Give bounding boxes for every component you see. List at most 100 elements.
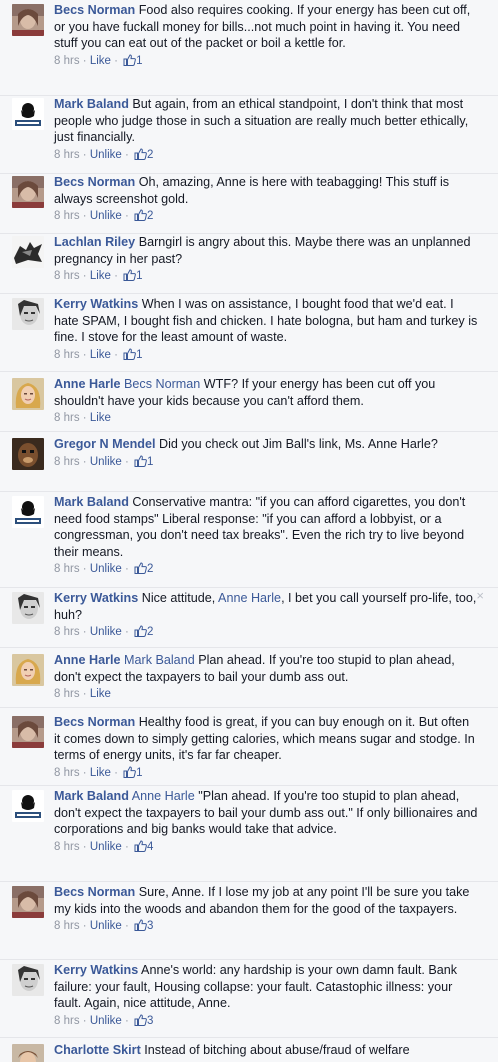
like-button[interactable]: Like xyxy=(90,688,111,700)
timestamp[interactable]: 8 hrs xyxy=(54,563,80,575)
timestamp[interactable]: 8 hrs xyxy=(54,270,80,282)
mention-link[interactable]: Anne Harle xyxy=(132,789,195,803)
comment-author-link[interactable]: Becs Norman xyxy=(54,3,135,17)
comment-text: Mark Baland But again, from an ethical s… xyxy=(54,96,478,146)
timestamp[interactable]: 8 hrs xyxy=(54,767,80,779)
timestamp[interactable]: 8 hrs xyxy=(54,456,80,468)
thumbs-up-icon[interactable] xyxy=(132,625,147,638)
like-count[interactable]: 1 xyxy=(136,55,142,67)
like-count[interactable]: 2 xyxy=(147,563,153,575)
thumbs-up-icon[interactable] xyxy=(121,269,137,282)
thumbs-up-icon[interactable] xyxy=(132,919,147,932)
comment-item: Kerry Watkins When I was on assistance, … xyxy=(0,294,498,372)
comment-body: Becs Norman Healthy food is great, if yo… xyxy=(54,714,478,785)
mention-link[interactable]: Anne Harle xyxy=(218,591,281,605)
comment-text: Becs Norman Oh, amazing, Anne is here wi… xyxy=(54,174,478,207)
avatar[interactable] xyxy=(12,654,44,686)
comment-author-link[interactable]: Becs Norman xyxy=(54,715,135,729)
comment-author-link[interactable]: Becs Norman xyxy=(54,175,135,189)
like-count[interactable]: 3 xyxy=(147,920,153,932)
thumbs-up-icon[interactable] xyxy=(132,147,147,161)
unlike-button[interactable]: Unlike xyxy=(90,563,122,575)
like-button[interactable]: Like xyxy=(90,412,111,424)
like-button[interactable]: Like xyxy=(90,55,111,67)
thumbs-up-icon[interactable] xyxy=(132,1013,147,1027)
thumbs-up-icon[interactable] xyxy=(132,454,147,468)
avatar[interactable] xyxy=(12,1044,44,1062)
like-count[interactable]: 1 xyxy=(136,767,142,779)
like-count[interactable]: 1 xyxy=(147,456,153,468)
thumbs-up-icon[interactable] xyxy=(121,765,137,779)
timestamp[interactable]: 8 hrs xyxy=(54,210,80,222)
comment-author-link[interactable]: Gregor N Mendel xyxy=(54,437,155,451)
comment-item: Lachlan Riley Barngirl is angry about th… xyxy=(0,234,498,294)
avatar[interactable] xyxy=(12,438,44,470)
avatar[interactable] xyxy=(12,964,44,996)
avatar[interactable] xyxy=(12,592,44,624)
like-button[interactable]: Like xyxy=(90,349,111,361)
unlike-button[interactable]: Unlike xyxy=(90,456,122,468)
timestamp[interactable]: 8 hrs xyxy=(54,349,80,361)
comment-meta: 8 hrs · Unlike · 3 xyxy=(54,919,154,932)
timestamp[interactable]: 8 hrs xyxy=(54,55,80,67)
comment-author-link[interactable]: Anne Harle xyxy=(54,377,121,391)
comment-item: Anne Harle Mark Baland Plan ahead. If yo… xyxy=(0,648,498,708)
comment-author-link[interactable]: Charlotte Skirt xyxy=(54,1043,141,1057)
comment-body: Mark Baland But again, from an ethical s… xyxy=(54,96,478,173)
comment-body: Charlotte Skirt Instead of bitching abou… xyxy=(54,1042,478,1062)
comment-author-link[interactable]: Becs Norman xyxy=(54,885,135,899)
timestamp[interactable]: 8 hrs xyxy=(54,841,80,853)
avatar[interactable] xyxy=(12,886,44,918)
thumbs-up-icon[interactable] xyxy=(132,562,147,575)
comment-item: Becs Norman Sure, Anne. If I lose my job… xyxy=(0,882,498,960)
like-count[interactable]: 4 xyxy=(147,841,153,853)
like-button[interactable]: Like xyxy=(90,767,111,779)
thumbs-up-icon[interactable] xyxy=(121,53,137,67)
unlike-button[interactable]: Unlike xyxy=(90,1015,122,1027)
avatar[interactable] xyxy=(12,716,44,748)
like-count[interactable]: 2 xyxy=(147,210,153,222)
comment-author-link[interactable]: Kerry Watkins xyxy=(54,591,138,605)
unlike-button[interactable]: Unlike xyxy=(90,626,122,638)
comment-author-link[interactable]: Mark Baland xyxy=(54,789,129,803)
mention-link[interactable]: Becs Norman xyxy=(124,377,200,391)
avatar[interactable] xyxy=(12,176,44,208)
thumbs-up-icon[interactable] xyxy=(132,209,147,222)
unlike-button[interactable]: Unlike xyxy=(90,841,122,853)
avatar[interactable] xyxy=(12,378,44,410)
like-button[interactable]: Like xyxy=(90,270,111,282)
thumbs-up-icon[interactable] xyxy=(121,347,137,361)
comment-text: Kerry Watkins Nice attitude, Anne Harle,… xyxy=(54,590,478,623)
avatar[interactable] xyxy=(12,790,44,822)
comment-author-link[interactable]: Mark Baland xyxy=(54,495,129,509)
comment-author-link[interactable]: Kerry Watkins xyxy=(54,297,138,311)
timestamp[interactable]: 8 hrs xyxy=(54,1015,80,1027)
avatar[interactable] xyxy=(12,496,44,528)
timestamp[interactable]: 8 hrs xyxy=(54,149,80,161)
unlike-button[interactable]: Unlike xyxy=(90,149,122,161)
comment-text: Lachlan Riley Barngirl is angry about th… xyxy=(54,234,478,267)
avatar[interactable] xyxy=(12,98,44,130)
avatar[interactable] xyxy=(12,298,44,330)
unlike-button[interactable]: Unlike xyxy=(90,210,122,222)
comment-item: Becs Norman Food also requires cooking. … xyxy=(0,0,498,96)
like-count[interactable]: 2 xyxy=(147,149,153,161)
unlike-button[interactable]: Unlike xyxy=(90,920,122,932)
mention-link[interactable]: Mark Baland xyxy=(124,653,195,667)
avatar[interactable] xyxy=(12,4,44,36)
timestamp[interactable]: 8 hrs xyxy=(54,412,80,424)
comment-author-link[interactable]: Mark Baland xyxy=(54,97,129,111)
like-count[interactable]: 1 xyxy=(136,349,142,361)
comment-author-link[interactable]: Kerry Watkins xyxy=(54,963,138,977)
thumbs-up-icon[interactable] xyxy=(132,839,147,853)
like-count[interactable]: 3 xyxy=(147,1015,153,1027)
timestamp[interactable]: 8 hrs xyxy=(54,688,80,700)
like-count[interactable]: 1 xyxy=(136,270,142,282)
like-count[interactable]: 2 xyxy=(147,626,153,638)
close-icon[interactable]: × xyxy=(476,588,484,603)
comment-author-link[interactable]: Anne Harle xyxy=(54,653,121,667)
comment-author-link[interactable]: Lachlan Riley xyxy=(54,235,135,249)
timestamp[interactable]: 8 hrs xyxy=(54,626,80,638)
timestamp[interactable]: 8 hrs xyxy=(54,920,80,932)
avatar[interactable] xyxy=(12,236,44,268)
